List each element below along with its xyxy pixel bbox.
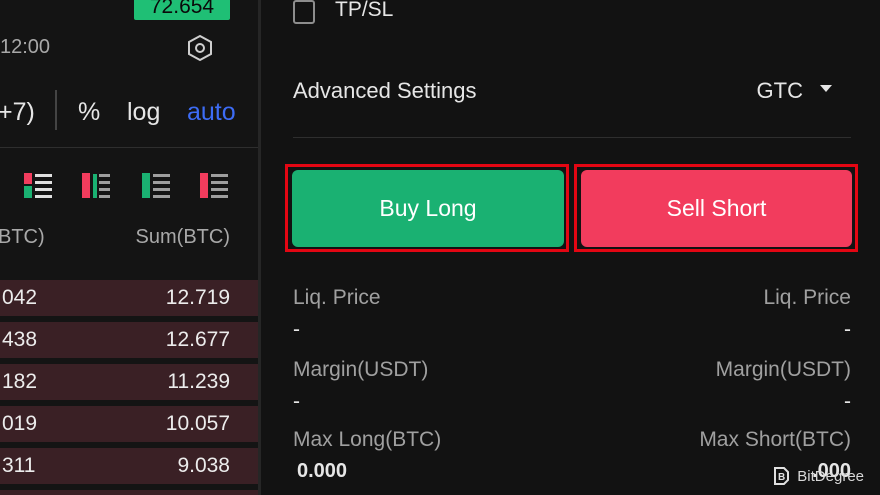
margin-short-label: Margin(USDT) [715, 358, 851, 381]
svg-text:B: B [778, 472, 785, 483]
orderbook-size: 311 [2, 454, 36, 477]
orderbook-row[interactable]: 311 9.038 [0, 448, 258, 484]
hexagon-settings-icon[interactable] [186, 34, 214, 62]
max-long-value: 0.000 [297, 460, 348, 482]
auto-scale-button[interactable]: auto [187, 98, 236, 127]
orderbook-size: 019 [2, 412, 38, 435]
liq-price-long-label: Liq. Price [293, 286, 381, 309]
percent-scale-button[interactable]: % [78, 98, 100, 127]
liq-price-long-value: - [293, 318, 300, 341]
orderbook-sell-icon[interactable] [82, 172, 110, 200]
last-price-tag: 72.654 [134, 0, 230, 20]
max-long-label: Max Long(BTC) [293, 428, 442, 451]
margin-long-label: Margin(USDT) [293, 358, 429, 381]
max-short-label: Max Short(BTC) [699, 428, 851, 451]
orderbook-sum: 10.057 [165, 412, 230, 435]
divider [0, 147, 258, 148]
margin-long-value: - [293, 390, 300, 413]
chart-orderbook-panel: 72.654 12:00 +7) % log auto BTC) Sum(BTC… [0, 0, 258, 495]
orderbook-size: 042 [2, 286, 38, 309]
divider [293, 137, 851, 138]
column-header-sum: Sum(BTC) [135, 226, 230, 248]
orderbook-list-icon[interactable] [200, 172, 228, 200]
orderbook-sum: 9.038 [177, 454, 230, 477]
time-axis-label: 12:00 [0, 36, 51, 58]
orderbook-sum: 12.719 [165, 286, 230, 309]
chevron-down-icon[interactable] [820, 85, 832, 92]
orderbook-sum: 11.239 [167, 370, 230, 393]
margin-short-value: - [844, 390, 851, 413]
tpsl-checkbox[interactable] [293, 0, 315, 24]
log-scale-button[interactable]: log [127, 98, 160, 127]
orderbook-both-icon[interactable] [24, 172, 52, 200]
buy-long-button[interactable]: Buy Long [292, 170, 564, 247]
order-form-panel: TP/SL Advanced Settings GTC Buy Long Sel… [261, 0, 880, 495]
orderbook-row[interactable]: 182 11.239 [0, 364, 258, 400]
toolbar-divider [55, 90, 57, 130]
orderbook-buy-icon[interactable] [142, 172, 170, 200]
interval-button[interactable]: +7) [0, 98, 35, 127]
time-in-force-select[interactable]: GTC [757, 78, 803, 104]
tpsl-label: TP/SL [335, 0, 394, 21]
orderbook-row[interactable]: 042 12.719 [0, 280, 258, 316]
orderbook-size: 182 [2, 370, 38, 393]
orderbook-sum: 12.677 [165, 328, 230, 351]
column-header-size: BTC) [0, 226, 45, 248]
watermark-text: BitDegree [797, 467, 864, 485]
orderbook-row[interactable]: 438 12.677 [0, 322, 258, 358]
orderbook-size: 438 [2, 328, 38, 351]
liq-price-short-label: Liq. Price [763, 286, 851, 309]
bitdegree-watermark: B BitDegree [771, 466, 864, 486]
bitdegree-logo-icon: B [774, 467, 790, 485]
orderbook-row[interactable]: 019 10.057 [0, 406, 258, 442]
liq-price-short-value: - [844, 318, 851, 341]
orderbook-row [0, 490, 258, 495]
sell-short-button[interactable]: Sell Short [581, 170, 852, 247]
advanced-settings-label[interactable]: Advanced Settings [293, 78, 476, 104]
